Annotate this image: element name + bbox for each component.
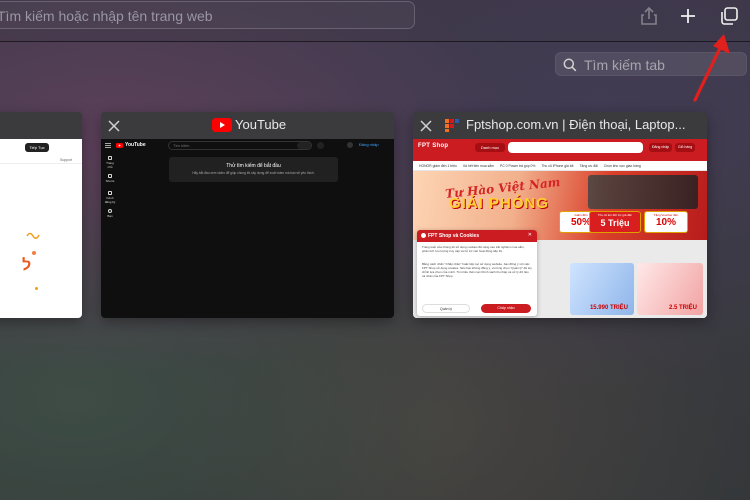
close-icon: ✕ — [527, 232, 532, 238]
youtube-favicon-icon — [212, 118, 232, 132]
category-menu-button: Danh mục — [475, 143, 505, 152]
tab-card-header — [0, 112, 82, 139]
fpt-logo: FPT Shop — [418, 143, 449, 149]
laptop-ad: 15.990 TRIỆU — [570, 263, 634, 315]
empty-state-text: Hãy bắt đầu xem video để giúp chúng tôi … — [192, 171, 315, 175]
side-item-subscriptions: Kênh đăng ký — [104, 191, 116, 204]
close-tab-icon[interactable] — [105, 117, 123, 135]
decorative-squiggle-icon — [26, 232, 40, 239]
mic-icon — [317, 142, 324, 149]
new-tab-plus-icon[interactable] — [675, 4, 701, 28]
login-button: Đăng nhập — [649, 143, 673, 152]
annotation-arrow-icon — [693, 34, 730, 102]
settings-icon — [347, 142, 353, 148]
support-link: Support — [60, 158, 73, 162]
share-icon[interactable] — [636, 4, 662, 28]
tab-card-header: Fptshop.com.vn | Điện thoại, Laptop... — [413, 112, 707, 139]
tab-card-1[interactable]: Tiếp Tục Support ל — [0, 112, 82, 318]
cookie-text: Trang web của chúng tôi sử dụng cookies … — [422, 245, 525, 253]
promo-badge: Thu cũ lên đời trợ giá đến 5 Triệu — [589, 211, 641, 233]
site-header: FPT Shop Danh mục Đăng nhập Giỏ hàng — [413, 139, 707, 161]
side-item-you: Bạn — [104, 209, 116, 218]
tab-card-header: YouTube — [101, 112, 394, 139]
tab-title: YouTube — [235, 117, 287, 132]
decorative-glyph: ל — [22, 257, 32, 274]
cookie-accept-button: Chấp nhận — [481, 304, 531, 313]
hamburger-menu-icon — [105, 143, 111, 148]
deal-ad: 2.5 TRIỆU — [637, 263, 703, 315]
cart-button: Giỏ hàng — [675, 143, 696, 152]
browser-toolbar: Tìm kiếm hoặc nhập tên trang web — [0, 0, 750, 42]
tab-title: Fptshop.com.vn | Điện thoại, Laptop... — [466, 117, 686, 132]
tab-overview-icon[interactable] — [716, 4, 742, 28]
close-tab-icon[interactable] — [417, 117, 435, 135]
cookie-icon — [421, 233, 426, 238]
tab-card-fptshop[interactable]: Fptshop.com.vn | Điện thoại, Laptop... F… — [413, 112, 707, 318]
search-button — [297, 142, 311, 149]
empty-state-title: Thử tìm kiếm để bắt đầu — [226, 163, 281, 169]
quick-links-strip: HONOR giảm đến 1 triệu Xả hết tiền mua sắ… — [413, 161, 707, 171]
promo-badge: Tặng Voucher đến 10% — [644, 211, 688, 233]
cookie-text: Bằng cách nhấn "Chấp nhận" hoặc tiếp tục… — [422, 262, 532, 278]
product-image — [588, 175, 698, 209]
side-item-home: Trang chủ — [104, 156, 116, 169]
youtube-logo: YouTube — [116, 142, 146, 148]
tab-card-youtube[interactable]: YouTube YouTube Tìm kiếm Đăng nhập Thử t… — [101, 112, 394, 318]
cookie-dialog: FPT Shop và Cookies ✕ Trang web của chún… — [417, 230, 537, 316]
site-search-box — [508, 142, 643, 153]
side-item-shorts: Shorts — [104, 174, 116, 183]
magnifier-icon — [563, 58, 577, 72]
tab-thumbnail[interactable]: Tiếp Tục Support ל — [0, 139, 82, 318]
empty-state-box: Thử tìm kiếm để bắt đầu Hãy bắt đầu xem … — [169, 157, 338, 182]
continue-button: Tiếp Tục — [25, 143, 49, 152]
tab-thumbnail[interactable]: YouTube Tìm kiếm Đăng nhập Thử tìm kiếm … — [101, 139, 394, 318]
tab-thumbnail[interactable]: FPT Shop Danh mục Đăng nhập Giỏ hàng HON… — [413, 139, 707, 318]
banner-headline: GIẢI PHÓNG — [449, 195, 550, 212]
fpt-favicon-icon — [445, 119, 459, 132]
address-bar[interactable]: Tìm kiếm hoặc nhập tên trang web — [0, 1, 415, 29]
youtube-search-input: Tìm kiếm — [168, 141, 312, 150]
signin-button: Đăng nhập — [359, 142, 379, 147]
cookie-dialog-title: FPT Shop và Cookies — [417, 230, 537, 242]
cookie-manage-button: Quản lý — [422, 304, 470, 313]
